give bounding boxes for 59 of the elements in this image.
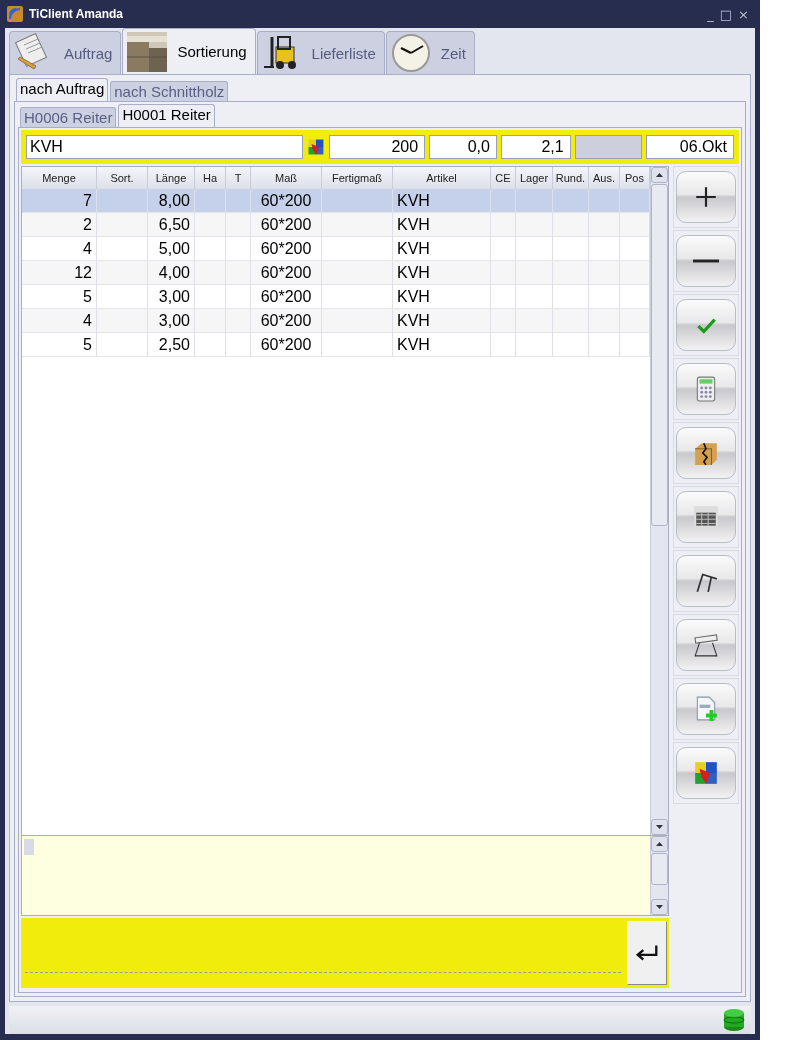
up-arrow-icon — [656, 842, 663, 846]
window-control[interactable]: × — [738, 6, 749, 22]
main-tab[interactable]: Auftrag — [9, 31, 122, 74]
scrollbar[interactable] — [650, 167, 668, 835]
puzzle-icon — [693, 760, 719, 786]
value-field[interactable]: 06.Okt — [646, 135, 734, 159]
sub-tab[interactable]: nach Auftrag — [16, 78, 109, 101]
table-cell: 3,00 — [148, 309, 195, 333]
clock-icon — [390, 33, 431, 73]
app-icon — [7, 6, 23, 22]
enter-button[interactable] — [627, 921, 667, 985]
table-cell: 60*200 — [251, 261, 322, 285]
table-row[interactable]: 7 8,00 60*200 KVH — [22, 189, 650, 213]
down-arrow-icon — [656, 905, 663, 909]
table-cell: 4,00 — [148, 261, 195, 285]
measuring-icon — [693, 632, 719, 658]
table-cell: KVH — [393, 309, 491, 333]
main-tab[interactable]: Lieferliste — [256, 31, 385, 74]
table-cell: 5 — [22, 333, 97, 357]
main-tab[interactable]: Zeit — [385, 31, 475, 74]
table-cell: KVH — [393, 261, 491, 285]
main-tab[interactable]: Sortierung — [122, 28, 256, 74]
down-arrow-icon — [656, 825, 663, 829]
puzzle-icon[interactable] — [306, 138, 325, 156]
sub-tab[interactable]: nach Schnittholz — [110, 81, 229, 101]
window-control[interactable]: _ — [707, 6, 714, 22]
enter-icon — [634, 943, 660, 963]
table-cell: 60*200 — [251, 333, 322, 357]
table-row[interactable]: 5 2,50 60*200 KVH — [22, 333, 650, 357]
scrollbar[interactable] — [650, 836, 668, 915]
database-icon — [723, 1008, 745, 1032]
value-field[interactable]: 2,1 — [500, 135, 571, 159]
article-field[interactable]: KVH — [26, 135, 303, 159]
table-row[interactable]: 4 3,00 60*200 KVH — [22, 309, 650, 333]
table-cell: 60*200 — [251, 309, 322, 333]
reiter-tab[interactable]: H0006 Reiter — [20, 107, 117, 127]
table-cell: 2,50 — [148, 333, 195, 357]
table-cell: KVH — [393, 333, 491, 357]
value-field[interactable]: 0,0 — [429, 135, 497, 159]
wood-planks-icon — [127, 31, 168, 72]
reiter-tab[interactable]: H0001 Reiter — [118, 104, 215, 127]
table-cell: 2 — [22, 213, 97, 237]
cracked-box-icon — [693, 440, 719, 466]
table-cell: 4 — [22, 309, 97, 333]
table-row[interactable]: 12 4,00 60*200 KVH — [22, 261, 650, 285]
toolbar-button[interactable] — [676, 171, 736, 223]
table-cell: 12 — [22, 261, 97, 285]
table-cell: 6,50 — [148, 213, 195, 237]
window-control[interactable]: □ — [719, 6, 733, 22]
value-field[interactable]: 200 — [328, 135, 426, 159]
table-row[interactable]: 2 6,50 60*200 KVH — [22, 213, 650, 237]
window-title: TiClient Amanda — [29, 7, 123, 21]
table-cell: 60*200 — [251, 213, 322, 237]
plus-icon — [693, 184, 719, 210]
table-cell: KVH — [393, 213, 491, 237]
up-arrow-icon — [656, 173, 663, 177]
toolbar-button[interactable] — [676, 491, 736, 543]
minus-icon — [693, 258, 719, 264]
toolbar-button[interactable] — [676, 747, 736, 799]
